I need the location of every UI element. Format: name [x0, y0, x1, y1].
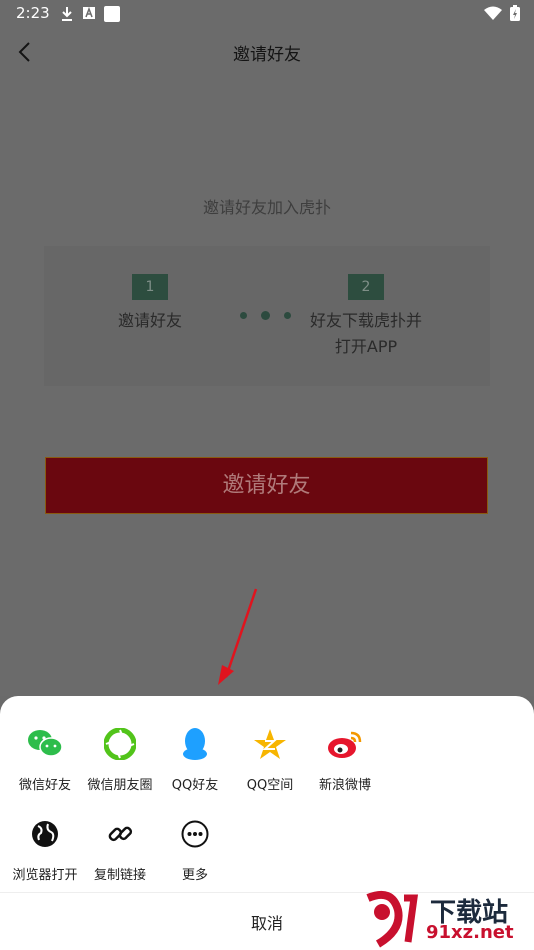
- step-label-line1: 好友下载虎扑并: [309, 311, 422, 330]
- share-label: 更多: [181, 868, 208, 883]
- share-qzone[interactable]: QQ空间: [232, 726, 308, 793]
- share-wechat-friend[interactable]: 微信好友: [7, 726, 83, 793]
- share-sheet: 微信好友 微信朋友圈 QQ好友 QQ空间 新浪微博 浏览器打开 复制链接 更多 …: [0, 696, 534, 950]
- battery-icon: [510, 5, 520, 21]
- share-label: 微信好友: [18, 778, 71, 793]
- annotation-arrow-icon: [218, 588, 258, 685]
- status-bar: 2:23: [0, 0, 534, 28]
- steps-panel: 1 邀请好友 2 好友下载虎扑并 打开APP: [44, 246, 490, 386]
- step-label-line2: 打开APP: [334, 337, 398, 356]
- step-number: 2: [348, 274, 384, 300]
- share-copy-link[interactable]: 复制链接: [82, 816, 158, 883]
- share-label: 复制链接: [93, 868, 146, 883]
- invite-button[interactable]: 邀请好友: [45, 457, 488, 514]
- qq-icon: [177, 726, 213, 762]
- watermark-logo-icon: [366, 891, 419, 948]
- dot: [284, 312, 291, 319]
- watermark-url: 91xz.net: [426, 922, 514, 943]
- link-icon: [102, 816, 138, 852]
- share-label: 浏览器打开: [12, 868, 78, 883]
- share-more[interactable]: 更多: [157, 816, 233, 883]
- invite-subtitle: 邀请好友加入虎扑: [202, 198, 331, 217]
- steps-dots: [240, 311, 291, 320]
- status-time: 2:23: [16, 4, 50, 22]
- share-label: 微信朋友圈: [87, 778, 153, 793]
- download-icon: [62, 7, 72, 21]
- share-open-browser[interactable]: 浏览器打开: [7, 816, 83, 883]
- step-label: 邀请好友: [117, 311, 182, 330]
- more-icon: [177, 816, 213, 852]
- step-number: 1: [132, 274, 168, 300]
- square-icon: [104, 6, 120, 22]
- wechat-icon: [27, 726, 63, 762]
- share-label: 新浪微博: [318, 778, 371, 793]
- dot: [240, 312, 247, 319]
- app-bar: 邀请好友: [0, 28, 534, 76]
- watermark: 下载站 91xz.net: [358, 890, 528, 948]
- weibo-icon: [327, 726, 363, 762]
- share-weibo[interactable]: 新浪微博: [307, 726, 383, 793]
- step-1: 1 邀请好友: [103, 274, 197, 334]
- share-wechat-moments[interactable]: 微信朋友圈: [82, 726, 158, 793]
- share-label: QQ好友: [171, 778, 219, 793]
- qzone-icon: [252, 726, 288, 762]
- step-2: 2 好友下载虎扑并 打开APP: [296, 274, 436, 360]
- moments-icon: [102, 726, 138, 762]
- globe-icon: [27, 816, 63, 852]
- wifi-icon: [484, 6, 502, 20]
- page-title: 邀请好友: [233, 45, 301, 65]
- dot: [261, 311, 270, 320]
- a-icon: [83, 6, 95, 19]
- share-label: QQ空间: [246, 778, 294, 793]
- share-qq-friend[interactable]: QQ好友: [157, 726, 233, 793]
